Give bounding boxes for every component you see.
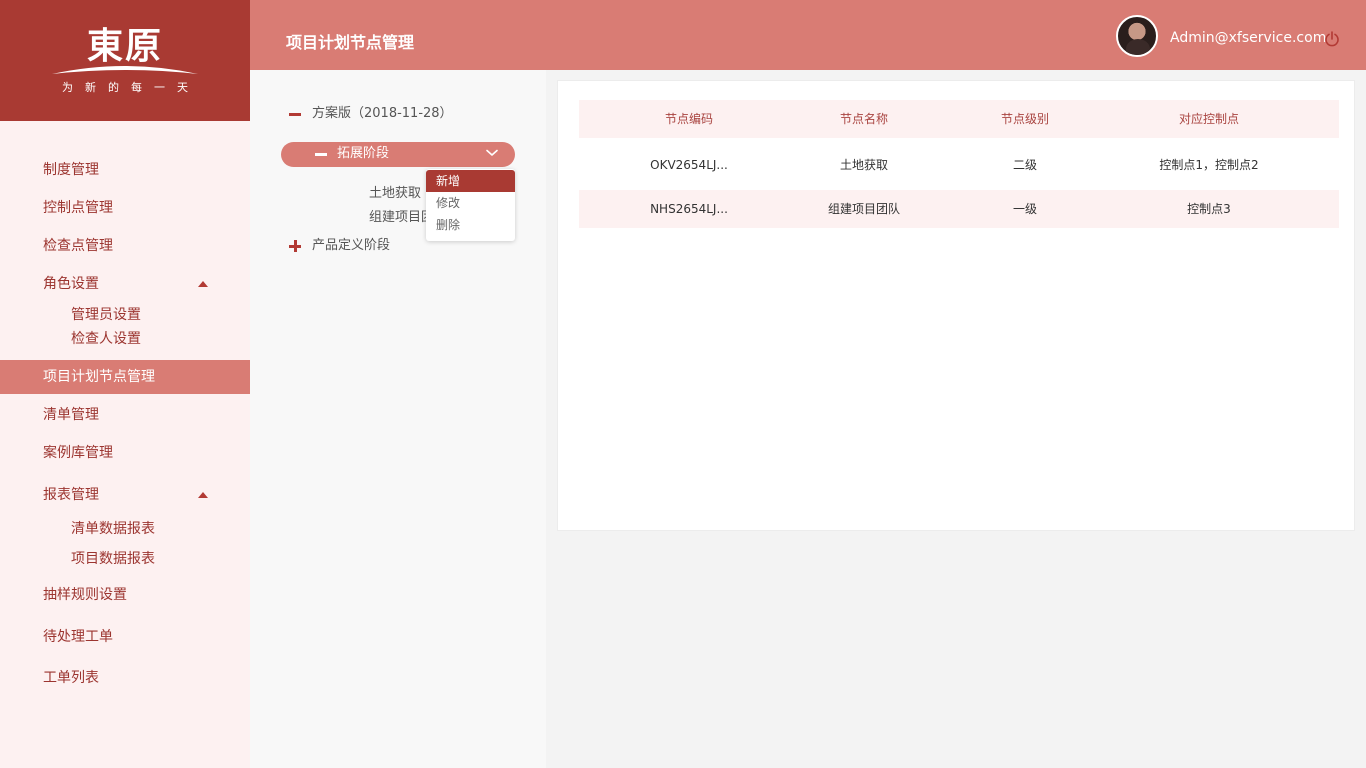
- sidebar-item-roles[interactable]: 角色设置: [0, 267, 250, 301]
- minus-icon[interactable]: [315, 153, 327, 156]
- table-cell: 控制点3: [1187, 202, 1231, 216]
- minus-icon[interactable]: [289, 113, 301, 116]
- table-header: 节点编码 节点名称 节点级别 对应控制点: [579, 100, 1339, 138]
- sidebar-item-label: 报表管理: [43, 487, 99, 503]
- tree-stage-product-definition[interactable]: 产品定义阶段: [312, 237, 390, 255]
- avatar[interactable]: [1116, 15, 1158, 57]
- sidebar: 東原 为新的每一天 制度管理 控制点管理 检查点管理 角色设置 管理员设置 检查…: [0, 0, 250, 768]
- tree-panel: 方案版（2018-11-28） 拓展阶段 土地获取 组建项目团队 产品定义阶段 …: [250, 70, 546, 768]
- chevron-down-icon[interactable]: [486, 149, 498, 157]
- sidebar-item-control-points[interactable]: 控制点管理: [0, 191, 250, 225]
- logo-tagline: 为新的每一天: [62, 81, 200, 94]
- table-row[interactable]: OKV2654LJ... 土地获取 二级 控制点1，控制点2: [579, 146, 1339, 184]
- sidebar-subitem-project-report[interactable]: 项目数据报表: [71, 549, 155, 569]
- logo-swoosh-icon: [52, 66, 198, 74]
- sidebar-item-pending-orders[interactable]: 待处理工单: [0, 620, 250, 654]
- content-card: 节点编码 节点名称 节点级别 对应控制点 OKV2654LJ... 土地获取 二…: [557, 80, 1355, 531]
- table-cell: NHS2654LJ...: [650, 202, 728, 216]
- table-cell: 土地获取: [839, 158, 888, 172]
- power-icon[interactable]: [1324, 31, 1340, 47]
- sidebar-item-order-list[interactable]: 工单列表: [0, 661, 250, 695]
- page-title: 项目计划节点管理: [286, 33, 415, 52]
- menu-item-delete[interactable]: 删除: [426, 214, 515, 236]
- table-cell: 二级: [1012, 158, 1037, 172]
- caret-up-icon[interactable]: [198, 281, 208, 287]
- tree-stage-expansion[interactable]: 拓展阶段: [281, 142, 515, 167]
- sidebar-item-case-library[interactable]: 案例库管理: [0, 436, 250, 470]
- sidebar-item-plan-nodes[interactable]: 项目计划节点管理: [0, 360, 250, 394]
- column-header: 节点级别: [1000, 112, 1049, 126]
- column-header: 节点名称: [839, 112, 888, 126]
- logo: 東原 为新的每一天: [0, 0, 250, 121]
- sidebar-item-institution[interactable]: 制度管理: [0, 153, 250, 187]
- tree-stage-label: 拓展阶段: [337, 146, 390, 161]
- sidebar-item-reports[interactable]: 报表管理: [0, 478, 250, 512]
- context-menu: 新增 修改 删除: [426, 169, 515, 241]
- plus-icon[interactable]: [289, 240, 301, 252]
- sidebar-item-label: 角色设置: [43, 276, 99, 292]
- table-cell: OKV2654LJ...: [650, 158, 728, 172]
- user-email[interactable]: Admin@xfservice.com: [1170, 28, 1326, 48]
- menu-item-edit[interactable]: 修改: [426, 192, 515, 214]
- sidebar-item-check-points[interactable]: 检查点管理: [0, 229, 250, 263]
- table-cell: 控制点1，控制点2: [1159, 158, 1259, 172]
- sidebar-subitem-admin-settings[interactable]: 管理员设置: [71, 305, 141, 325]
- sidebar-item-sampling-rules[interactable]: 抽样规则设置: [0, 578, 250, 612]
- table-cell: 一级: [1012, 202, 1037, 216]
- table-cell: 组建项目团队: [827, 202, 900, 216]
- column-header: 对应控制点: [1178, 112, 1239, 126]
- table-row[interactable]: NHS2654LJ... 组建项目团队 一级 控制点3: [579, 190, 1339, 228]
- caret-up-icon[interactable]: [198, 492, 208, 498]
- top-header: 项目计划节点管理 Admin@xfservice.com: [250, 0, 1366, 70]
- menu-item-add[interactable]: 新增: [426, 170, 515, 192]
- column-header: 节点编码: [664, 112, 713, 126]
- tree-node-land[interactable]: 土地获取: [369, 185, 421, 203]
- sidebar-item-checklists[interactable]: 清单管理: [0, 398, 250, 432]
- sidebar-subitem-checklist-report[interactable]: 清单数据报表: [71, 519, 155, 539]
- sidebar-subitem-inspector-settings[interactable]: 检查人设置: [71, 329, 141, 349]
- tree-root-label[interactable]: 方案版（2018-11-28）: [312, 105, 453, 123]
